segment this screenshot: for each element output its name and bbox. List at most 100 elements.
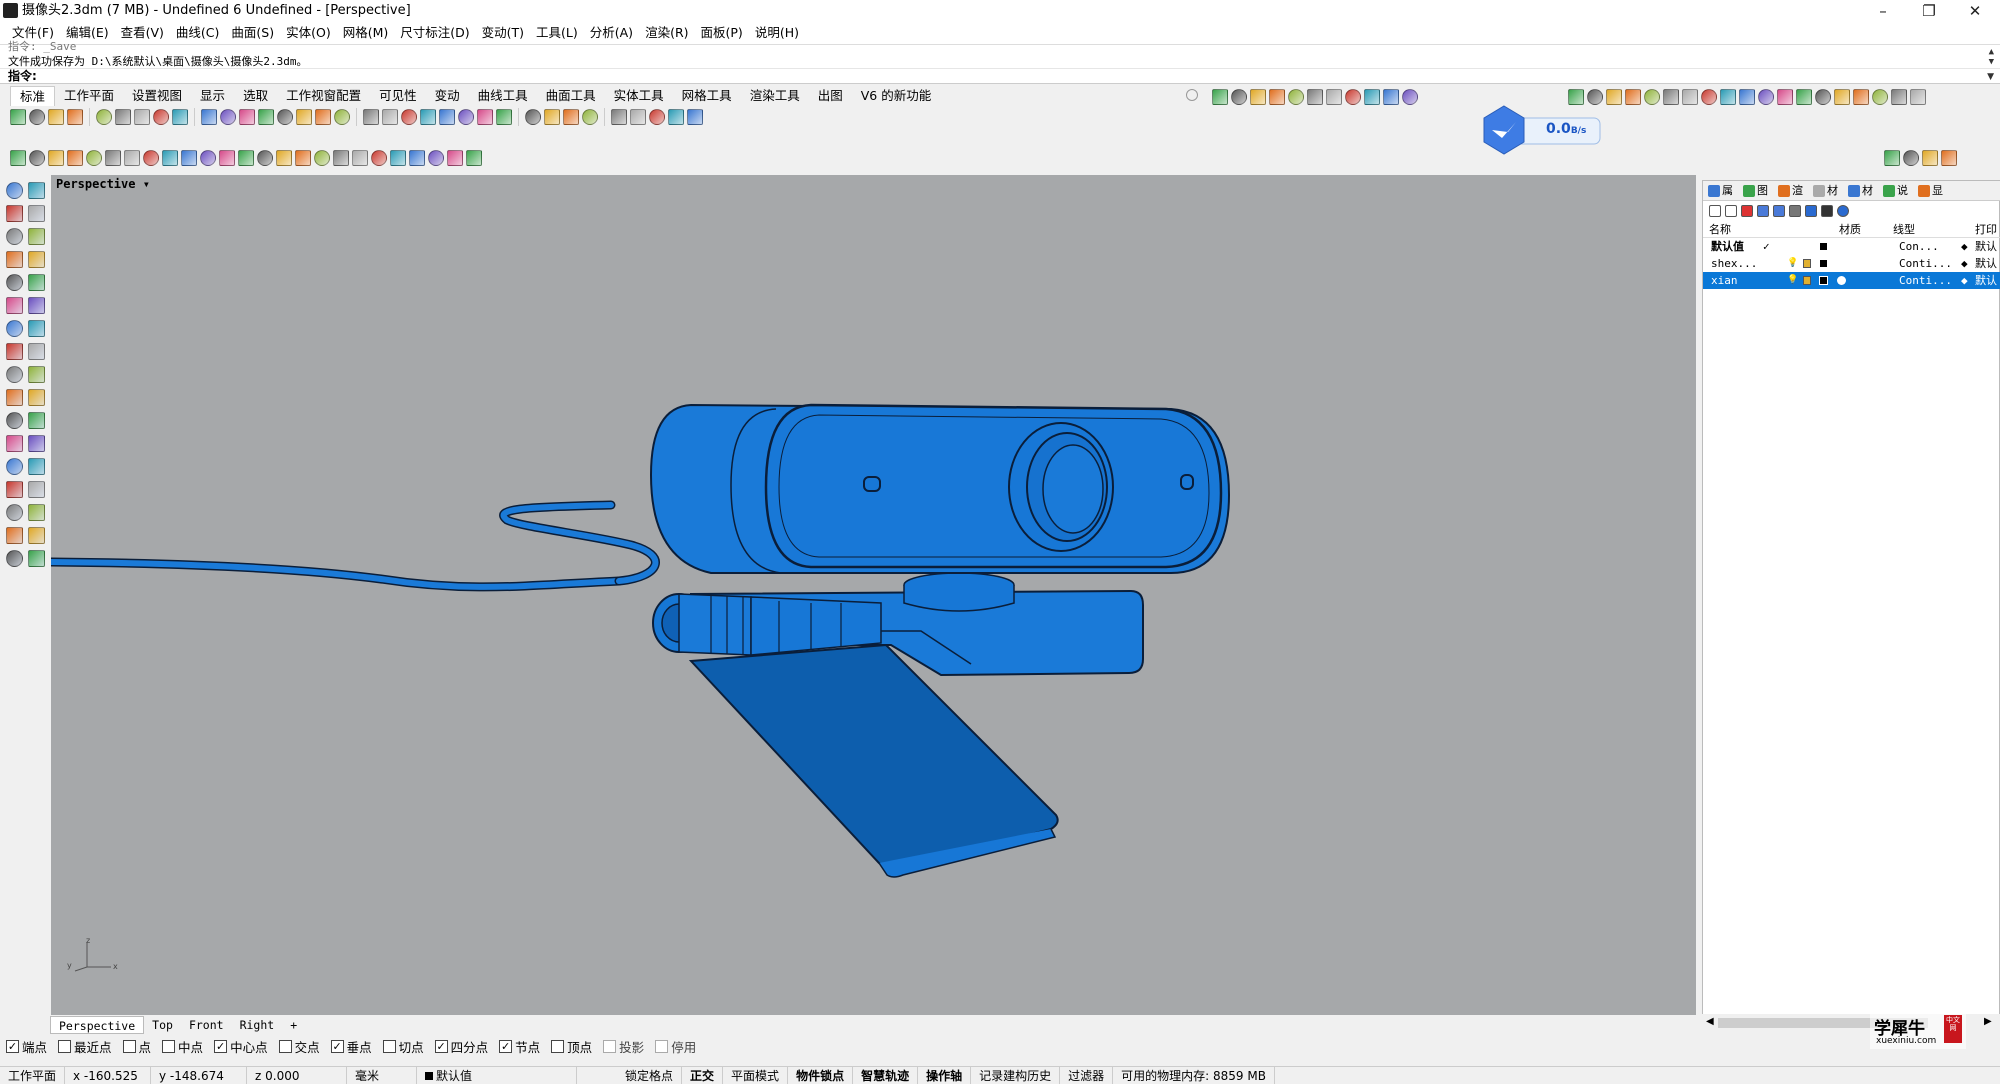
toolbar-tab[interactable]: 曲面工具 [537, 86, 605, 106]
visibility-tool-icon[interactable] [1739, 89, 1755, 105]
tool-icon[interactable] [10, 109, 26, 125]
view-tool-icon[interactable] [1250, 89, 1266, 105]
edit-tool-icon[interactable] [447, 150, 463, 166]
edit-tool-icon[interactable] [295, 150, 311, 166]
move-parent-icon[interactable] [1789, 205, 1801, 217]
misc-tool-icon[interactable] [1903, 150, 1919, 166]
osnap-8[interactable]: ✓ 四分点 [434, 1037, 488, 1056]
command-icon[interactable] [28, 366, 45, 383]
osnap-checkbox[interactable] [551, 1039, 565, 1053]
scroll-left-icon[interactable]: ◀ [1706, 1016, 1714, 1027]
command-icon[interactable] [28, 527, 45, 544]
scroll-right-icon[interactable]: ▶ [1984, 1016, 1992, 1027]
toolbar-tab[interactable]: 标准 [10, 86, 56, 106]
command-icon[interactable] [6, 389, 23, 406]
tool-icon[interactable] [48, 109, 64, 125]
osnap-checkbox[interactable] [382, 1039, 396, 1053]
visibility-tool-icon[interactable] [1891, 89, 1907, 105]
command-icon[interactable] [6, 182, 23, 199]
toolbar-tab[interactable]: 选取 [234, 86, 277, 106]
help-icon[interactable] [1837, 205, 1849, 217]
toolbar-tab[interactable]: 设置视图 [123, 86, 191, 106]
layer-visible-icon[interactable]: 💡 [1787, 272, 1798, 289]
tool-icon[interactable] [96, 109, 112, 125]
edit-tool-icon[interactable] [409, 150, 425, 166]
view-tool-icon[interactable] [1307, 89, 1323, 105]
tool-icon[interactable] [115, 109, 131, 125]
panel-tab[interactable]: 显 [1913, 181, 1948, 200]
edit-tool-icon[interactable] [200, 150, 216, 166]
misc-tool-icon[interactable] [1941, 150, 1957, 166]
tool-icon[interactable] [458, 109, 474, 125]
osnap-1[interactable]: 最近点 [58, 1037, 112, 1056]
command-icon[interactable] [28, 343, 45, 360]
panel-tab[interactable]: 说 [1878, 181, 1913, 200]
visibility-tool-icon[interactable] [1625, 89, 1641, 105]
layer-lock-icon[interactable] [1803, 276, 1811, 285]
edit-tool-icon[interactable] [276, 150, 292, 166]
visibility-tool-icon[interactable] [1853, 89, 1869, 105]
misc-tool-icon[interactable] [1922, 150, 1938, 166]
panel-tab[interactable]: 渲 [1773, 181, 1808, 200]
view-tool-icon[interactable] [1364, 89, 1380, 105]
layer-visible-icon[interactable]: 💡 [1787, 255, 1798, 272]
close-button[interactable]: ✕ [1952, 0, 1998, 22]
view-tool-icon[interactable] [1345, 89, 1361, 105]
command-icon[interactable] [28, 458, 45, 475]
visibility-tool-icon[interactable] [1777, 89, 1793, 105]
command-icon[interactable] [6, 228, 23, 245]
tool-icon[interactable] [525, 109, 541, 125]
status-toggle[interactable]: 操作轴 [918, 1066, 972, 1084]
osnap-checkbox[interactable] [58, 1039, 72, 1053]
status-layer[interactable]: 默认值 [417, 1066, 578, 1084]
tab-settings-icon[interactable] [1186, 89, 1198, 101]
tool-icon[interactable] [134, 109, 150, 125]
tool-icon[interactable] [649, 109, 665, 125]
edit-tool-icon[interactable] [29, 150, 45, 166]
layer-color-swatch[interactable] [1819, 242, 1828, 251]
edit-tool-icon[interactable] [143, 150, 159, 166]
edit-tool-icon[interactable] [238, 150, 254, 166]
tool-icon[interactable] [296, 109, 312, 125]
visibility-tool-icon[interactable] [1758, 89, 1774, 105]
command-icon[interactable] [6, 274, 23, 291]
visibility-tool-icon[interactable] [1663, 89, 1679, 105]
osnap-checkbox[interactable] [122, 1039, 136, 1053]
osnap-checkbox[interactable]: ✓ [330, 1039, 344, 1053]
toolbar-tab[interactable]: 出图 [809, 86, 852, 106]
osnap-4[interactable]: ✓ 中心点 [214, 1037, 268, 1056]
tool-icon[interactable] [315, 109, 331, 125]
visibility-tool-icon[interactable] [1910, 89, 1926, 105]
tool-icon[interactable] [420, 109, 436, 125]
osnap-checkbox[interactable] [278, 1039, 292, 1053]
new-layer-icon[interactable] [1709, 205, 1721, 217]
panel-tab[interactable]: 属 [1703, 181, 1738, 200]
osnap-2[interactable]: 点 [122, 1037, 151, 1056]
view-tool-icon[interactable] [1212, 89, 1228, 105]
viewport-tab[interactable]: Right [232, 1016, 283, 1034]
tool-icon[interactable] [496, 109, 512, 125]
toolbar-tab[interactable]: 显示 [191, 86, 234, 106]
edit-tool-icon[interactable] [86, 150, 102, 166]
move-up-icon[interactable] [1757, 205, 1769, 217]
delete-layer-icon[interactable] [1741, 205, 1753, 217]
command-icon[interactable] [6, 297, 23, 314]
osnap-12[interactable]: 停用 [655, 1037, 696, 1056]
command-icon[interactable] [28, 504, 45, 521]
toolbar-tab[interactable]: 工作平面 [55, 86, 123, 106]
status-units[interactable]: 毫米 [347, 1066, 418, 1084]
layer-row[interactable]: xian 💡 Conti... ◆ 默认 [1703, 272, 2000, 289]
viewport-tab[interactable]: Perspective [50, 1016, 145, 1034]
filter-icon[interactable] [1805, 205, 1817, 217]
command-icon[interactable] [6, 458, 23, 475]
status-toggle[interactable]: 平面模式 [723, 1066, 789, 1084]
osnap-checkbox[interactable] [162, 1039, 176, 1053]
command-icon[interactable] [28, 320, 45, 337]
edit-tool-icon[interactable] [48, 150, 64, 166]
edit-tool-icon[interactable] [10, 150, 26, 166]
layer-color-swatch[interactable] [1819, 259, 1828, 268]
toolbar-tab[interactable]: 实体工具 [605, 86, 673, 106]
edit-tool-icon[interactable] [371, 150, 387, 166]
layer-row[interactable]: 默认值 ✓ Con... ◆ 默认 [1703, 238, 2000, 255]
edit-tool-icon[interactable] [333, 150, 349, 166]
